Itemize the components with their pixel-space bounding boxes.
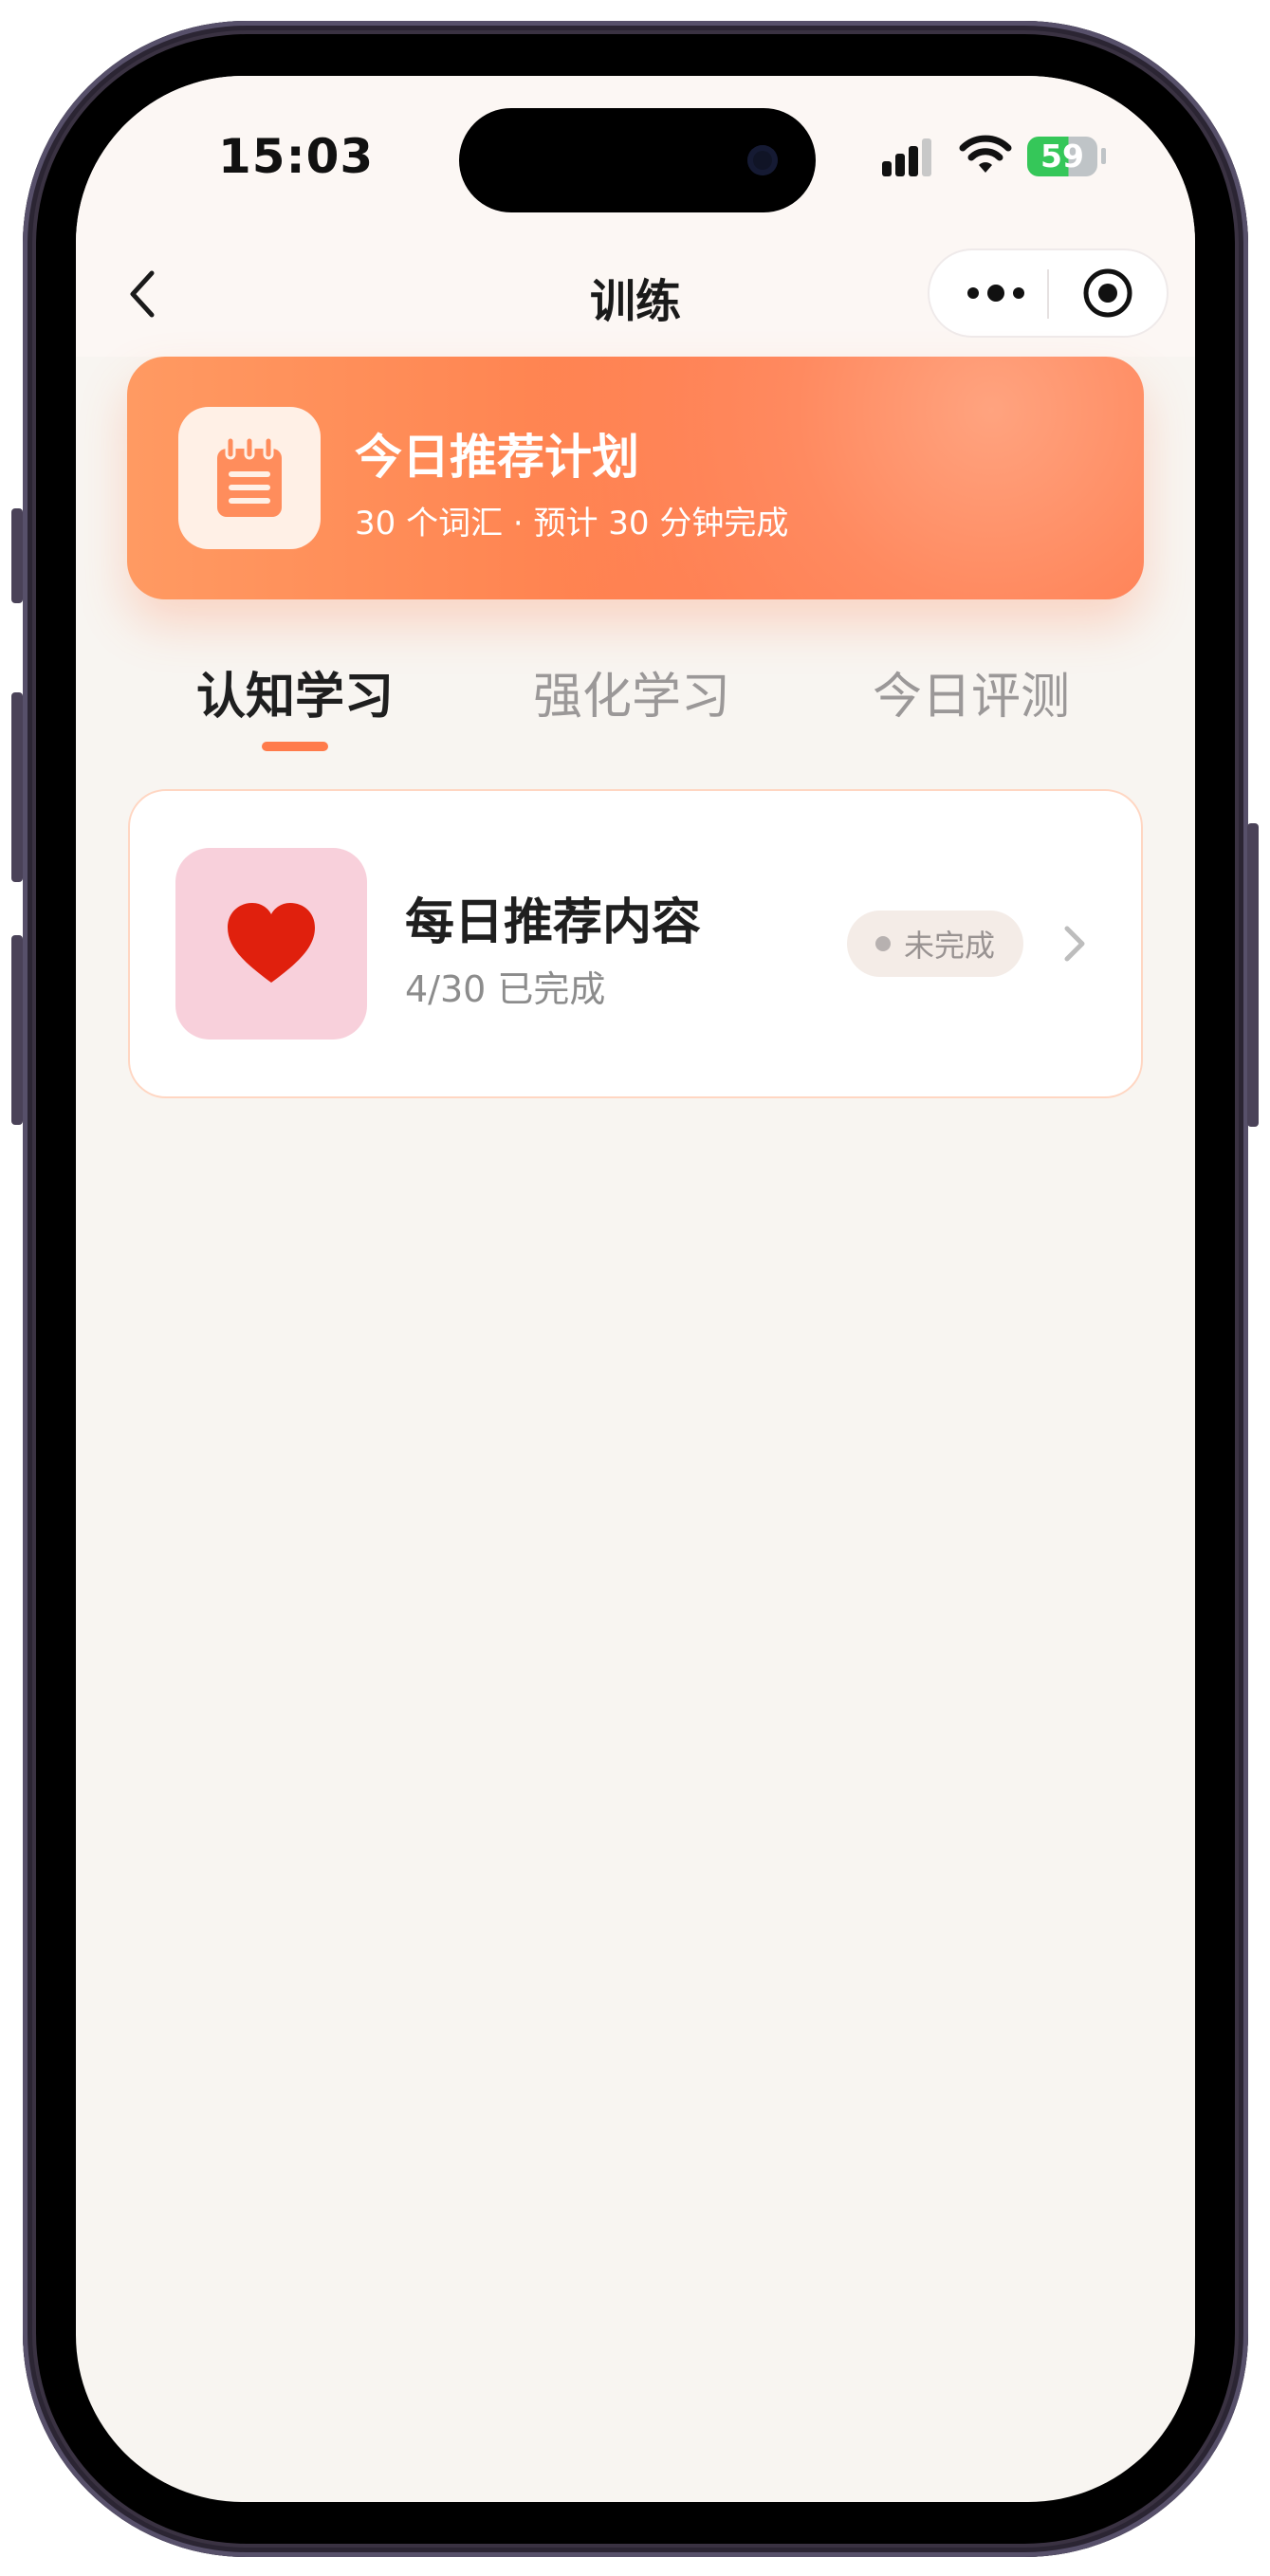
close-button[interactable] <box>1070 250 1146 336</box>
camera-icon <box>747 145 778 175</box>
notepad-icon <box>217 435 282 517</box>
active-tab-indicator <box>262 742 328 751</box>
status-label: 未完成 <box>903 928 995 964</box>
more-dots-icon <box>967 285 1024 302</box>
battery-tip <box>1101 148 1106 164</box>
item-progress: 4/30 已完成 <box>405 968 606 1010</box>
status-time: 15:03 <box>218 129 375 184</box>
capsule-divider <box>1047 269 1049 319</box>
tab-cognitive-learning[interactable]: 认知学习 <box>153 656 437 727</box>
plan-title: 今日推荐计划 <box>355 430 639 485</box>
power-button <box>1247 823 1259 1127</box>
plan-subtitle: 30 个词汇 · 预计 30 分钟完成 <box>355 505 789 543</box>
status-dot <box>874 936 891 951</box>
heart-icon <box>228 903 315 983</box>
chevron-right-icon <box>1040 911 1107 977</box>
dynamic-island <box>459 108 816 212</box>
screen: 15:03 59 训练 今日推荐计划 30 个词汇 · 预计 30 分钟完成 认… <box>76 76 1195 2502</box>
volume-up-button <box>11 692 23 882</box>
list-item[interactable]: 每日推荐内容 4/30 已完成 未完成 <box>128 789 1143 1098</box>
item-title: 每日推荐内容 <box>405 894 702 951</box>
tab-intensive-learning[interactable]: 强化学习 <box>489 656 774 727</box>
battery-icon: 59 <box>1027 137 1097 176</box>
mini-program-capsule <box>928 248 1169 338</box>
tab-daily-assessment[interactable]: 今日评测 <box>829 656 1114 727</box>
target-circle-icon <box>1083 268 1132 318</box>
more-button[interactable] <box>958 250 1034 336</box>
plan-icon-container <box>178 407 321 549</box>
wifi-icon <box>959 135 1012 173</box>
action-button <box>11 508 23 603</box>
volume-down-button <box>11 935 23 1125</box>
signal-icon <box>882 138 941 176</box>
status-badge: 未完成 <box>847 911 1023 977</box>
daily-plan-banner[interactable]: 今日推荐计划 30 个词汇 · 预计 30 分钟完成 <box>127 357 1144 599</box>
item-icon-container <box>175 848 367 1040</box>
